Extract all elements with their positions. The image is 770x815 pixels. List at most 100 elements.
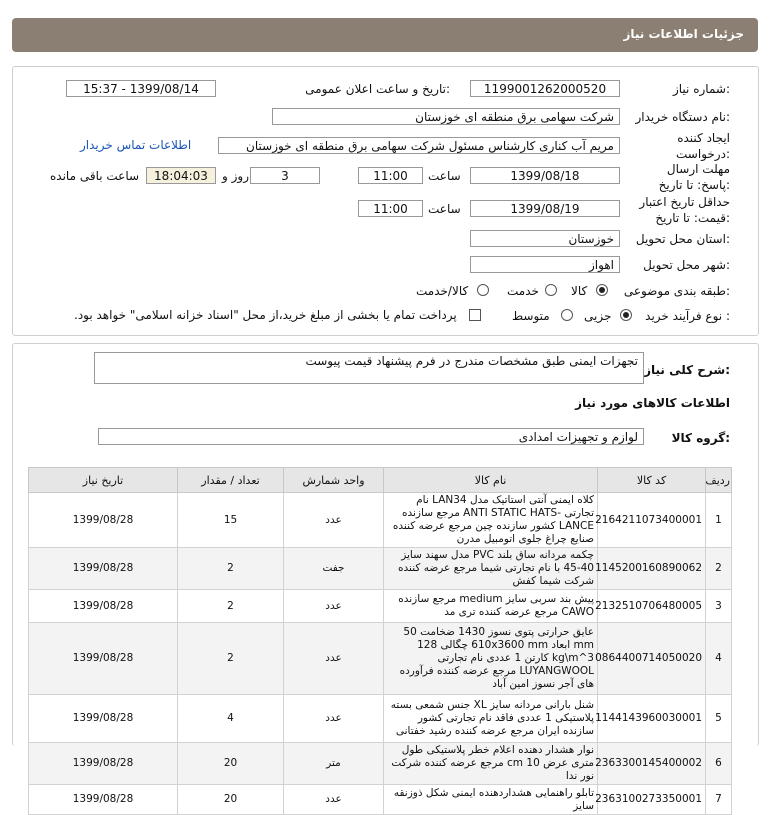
validity-time-label: ساعت [428,202,461,216]
validity-time-field: 11:00 [358,200,423,217]
group-field: لوازم و تجهیزات امدادی [98,428,644,445]
item-need-date: 1399/08/28 [28,694,178,743]
row-number: 2 [705,547,732,590]
table-row: 3 2132510706480005 پیش بند سربی سایز med… [28,589,732,623]
item-unit: متر [283,742,384,785]
item-quantity: 15 [177,492,284,548]
table-row: 4 0864400714050020 عایق حرارتی پتوی نسوز… [28,622,732,695]
days-field: 3 [250,167,320,184]
item-code: 2132510706480005 [595,589,706,623]
item-quantity: 20 [177,784,284,815]
days-label: روز و [222,169,249,183]
category-option-goods: کالا [571,284,588,298]
province-field: خوزستان [470,230,620,247]
table-row: 1 2164211073400001 کلاه ایمنی آنتی استات… [28,492,732,548]
group-label: گروه کالا: [671,431,730,445]
item-need-date: 1399/08/28 [28,589,178,623]
description-label: شرح کلی نیاز: [644,363,730,377]
item-name: عایق حرارتی پتوی نسوز 1430 ضخامت 50 mm ا… [383,622,598,695]
item-code: 1145200160890062 [595,547,706,590]
validity-label: حداقل تاریخ اعتبار قیمت: تا تاریخ: [639,195,730,225]
item-code: 0864400714050020 [595,622,706,695]
need-number-field: 1199001262000520 [470,80,620,97]
row-number: 4 [705,622,732,695]
item-unit: عدد [283,622,384,695]
treasury-payment-note: پرداخت تمام یا بخشی از مبلغ خرید،از محل … [74,308,457,322]
item-quantity: 4 [177,694,284,743]
item-name: چکمه مردانه ساق بلند PVC مدل سهند سایز 4… [383,547,598,590]
category-radio-goods[interactable] [596,284,608,296]
item-unit: عدد [283,784,384,815]
category-label: طبقه بندی موضوعی: [623,284,730,298]
header-row-number: ردیف [705,467,732,493]
item-quantity: 2 [177,622,284,695]
process-option-minor: جزیی [584,309,612,323]
category-radio-service[interactable] [545,284,557,296]
description-field: تجهزات ایمنی طبق مشخصات مندرج در فرم پیش… [94,352,644,384]
deadline-label: مهلت ارسال پاسخ: تا تاریخ: [658,162,730,192]
buyer-field: شرکت سهامی برق منطقه ای خوزستان [272,108,620,125]
creator-field: مریم آب کناری کارشناس مسئول شرکت سهامی ب… [218,137,620,154]
row-number: 5 [705,694,732,743]
item-unit: عدد [283,589,384,623]
item-quantity: 2 [177,547,284,590]
creator-label: ایجاد کننده درخواست: [676,131,730,161]
process-label: نوع فرآیند خرید : [645,309,730,323]
remaining-label: ساعت باقی مانده [50,169,140,183]
item-name: تابلو راهنمایی هشداردهنده ایمنی شکل ذوزن… [383,784,598,815]
category-option-goods-service: کالا/خدمت [416,284,469,298]
table-row: 6 2363300145400002 نوار هشدار دهنده اعلا… [28,742,732,785]
buyer-contact-link[interactable]: اطلاعات تماس خریدار [80,138,191,152]
process-option-medium: متوسط [512,309,550,323]
item-code: 2164211073400001 [595,492,706,548]
buyer-label: نام دستگاه خریدار: [635,110,731,124]
province-label: استان محل تحویل: [635,232,730,246]
item-unit: عدد [283,492,384,548]
item-need-date: 1399/08/28 [28,492,178,548]
item-need-date: 1399/08/28 [28,622,178,695]
goods-table: ردیف کد کالا نام کالا واحد شمارش تعداد /… [28,467,732,815]
table-header-row: ردیف کد کالا نام کالا واحد شمارش تعداد /… [28,467,732,493]
item-name: کلاه ایمنی آنتی استاتیک مدل LAN34 نام تج… [383,492,598,548]
need-number-label: شماره نیاز: [672,82,730,96]
header-quantity: تعداد / مقدار [177,467,284,493]
row-number: 1 [705,492,732,548]
item-name: پیش بند سربی سایز medium مرجع سازنده CAW… [383,589,598,623]
row-number: 3 [705,589,732,623]
item-unit: عدد [283,694,384,743]
category-option-service: خدمت [507,284,539,298]
treasury-payment-checkbox[interactable] [469,309,481,321]
item-need-date: 1399/08/28 [28,784,178,815]
header-item-code: کد کالا [597,467,706,493]
goods-section-title: اطلاعات کالاهای مورد نیاز [575,396,730,410]
row-number: 7 [705,784,732,815]
item-code: 1144143960030001 [595,694,706,743]
header-need-date: تاریخ نیاز [28,467,178,493]
item-unit: جفت [283,547,384,590]
item-name: نوار هشدار دهنده اعلام خطر پلاستیکی طول … [383,742,598,785]
announce-label: تاریخ و ساعت اعلان عمومی: [305,82,450,96]
table-row: 2 1145200160890062 چکمه مردانه ساق بلند … [28,547,732,590]
deadline-time-label: ساعت [428,169,461,183]
city-field: اهواز [470,256,620,273]
page-header: جزئیات اطلاعات نیاز [12,18,758,52]
item-need-date: 1399/08/28 [28,742,178,785]
item-code: 2363100273350001 [595,784,706,815]
table-row: 7 2363100273350001 تابلو راهنمایی هشدارد… [28,784,732,815]
process-radio-minor[interactable] [620,309,632,321]
item-quantity: 2 [177,589,284,623]
remaining-time-field: 18:04:03 [146,167,216,184]
deadline-time-field: 11:00 [358,167,423,184]
item-need-date: 1399/08/28 [28,547,178,590]
item-quantity: 20 [177,742,284,785]
announce-field: 1399/08/14 - 15:37 [66,80,216,97]
item-code: 2363300145400002 [595,742,706,785]
header-unit: واحد شمارش [283,467,384,493]
validity-date-field: 1399/08/19 [470,200,620,217]
header-item-name: نام کالا [383,467,598,493]
process-radio-medium[interactable] [561,309,573,321]
row-number: 6 [705,742,732,785]
item-name: شنل بارانی مردانه سایز XL جنس شمعی بسته … [383,694,598,743]
category-radio-goods-service[interactable] [477,284,489,296]
city-label: شهر محل تحویل: [643,258,730,272]
